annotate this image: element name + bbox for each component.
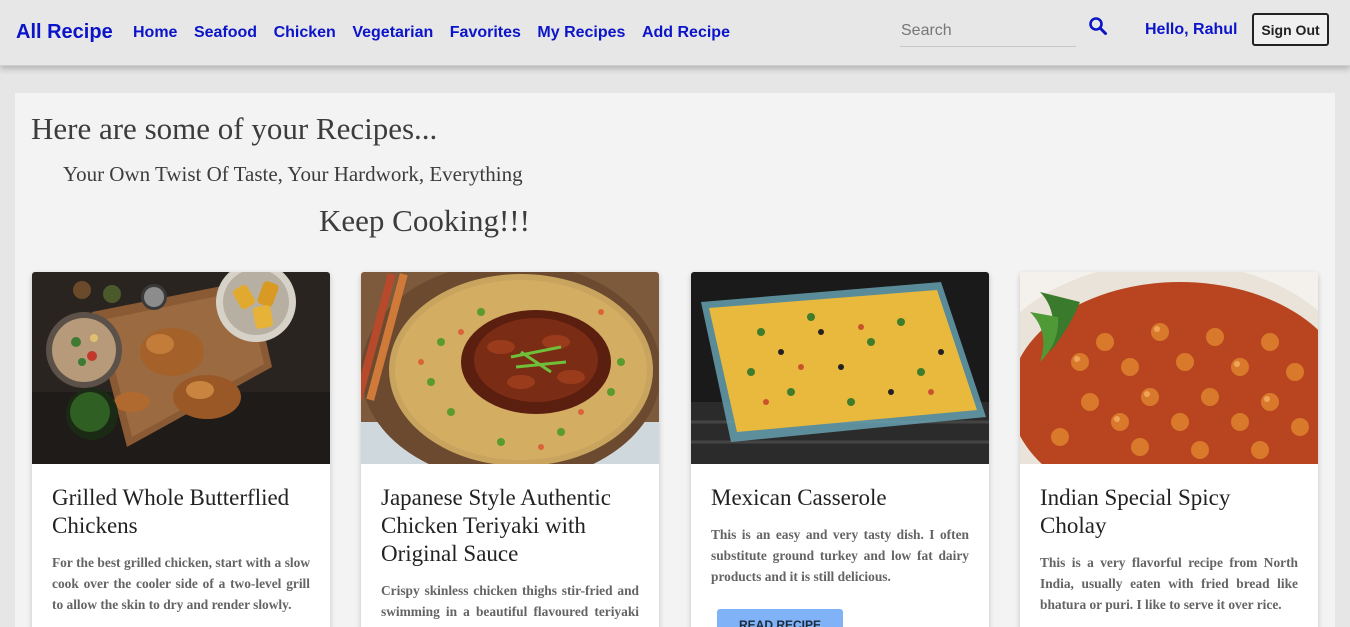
search-button[interactable]	[1088, 16, 1110, 38]
page-subtitle: Your Own Twist Of Taste, Your Hardwork, …	[63, 162, 523, 186]
sign-out-button[interactable]: Sign Out	[1252, 13, 1329, 46]
page-title: Here are some of your Recipes...	[31, 111, 438, 146]
search-input[interactable]	[900, 15, 1076, 47]
nav-links: Home Seafood Chicken Vegetarian Favorite…	[133, 24, 746, 42]
recipe-card[interactable]: Japanese Style Authentic Chicken Teriyak…	[361, 272, 659, 627]
grilled-chicken-image[interactable]	[32, 272, 330, 464]
nav-link-seafood[interactable]: Seafood	[194, 24, 257, 42]
nav-link-add-recipe[interactable]: Add Recipe	[642, 24, 730, 42]
nav-link-favorites[interactable]: Favorites	[450, 24, 521, 42]
recipe-description: This is a very flavorful recipe from Nor…	[1040, 555, 1298, 612]
read-recipe-button[interactable]: READ RECIPE	[717, 609, 843, 627]
brand-logo[interactable]: All Recipe	[16, 21, 113, 44]
nav-link-my-recipes[interactable]: My Recipes	[537, 24, 625, 42]
recipe-card[interactable]: Grilled Whole Butterflied Chickens For t…	[32, 272, 330, 627]
recipe-title[interactable]: Grilled Whole Butterflied Chickens	[52, 484, 314, 540]
recipe-title[interactable]: Indian Special Spicy Cholay	[1040, 484, 1302, 540]
recipe-card[interactable]: Indian Special Spicy Cholay This is a ve…	[1020, 272, 1318, 627]
mexican-casserole-image[interactable]	[691, 272, 989, 464]
page-tagline: Keep Cooking!!!	[319, 203, 530, 238]
recipe-card[interactable]: Mexican Casserole This is an easy and ve…	[691, 272, 989, 627]
nav-link-chicken[interactable]: Chicken	[274, 24, 336, 42]
nav-link-home[interactable]: Home	[133, 24, 177, 42]
top-navbar: All Recipe Home Seafood Chicken Vegetari…	[0, 0, 1350, 66]
user-greeting: Hello, Rahul	[1145, 21, 1238, 38]
chicken-teriyaki-image[interactable]	[361, 272, 659, 464]
cholay-image[interactable]	[1020, 272, 1318, 464]
recipe-title[interactable]: Mexican Casserole	[711, 484, 973, 512]
nav-link-vegetarian[interactable]: Vegetarian	[352, 24, 433, 42]
recipe-description: This is an easy and very tasty dish. I o…	[711, 527, 969, 584]
recipes-panel: Here are some of your Recipes... Your Ow…	[15, 93, 1335, 627]
recipe-description: Crispy skinless chicken thighs stir-frie…	[381, 583, 639, 627]
search-icon	[1089, 17, 1107, 35]
recipe-description: For the best grilled chicken, start with…	[52, 555, 310, 612]
recipe-title[interactable]: Japanese Style Authentic Chicken Teriyak…	[381, 484, 643, 568]
